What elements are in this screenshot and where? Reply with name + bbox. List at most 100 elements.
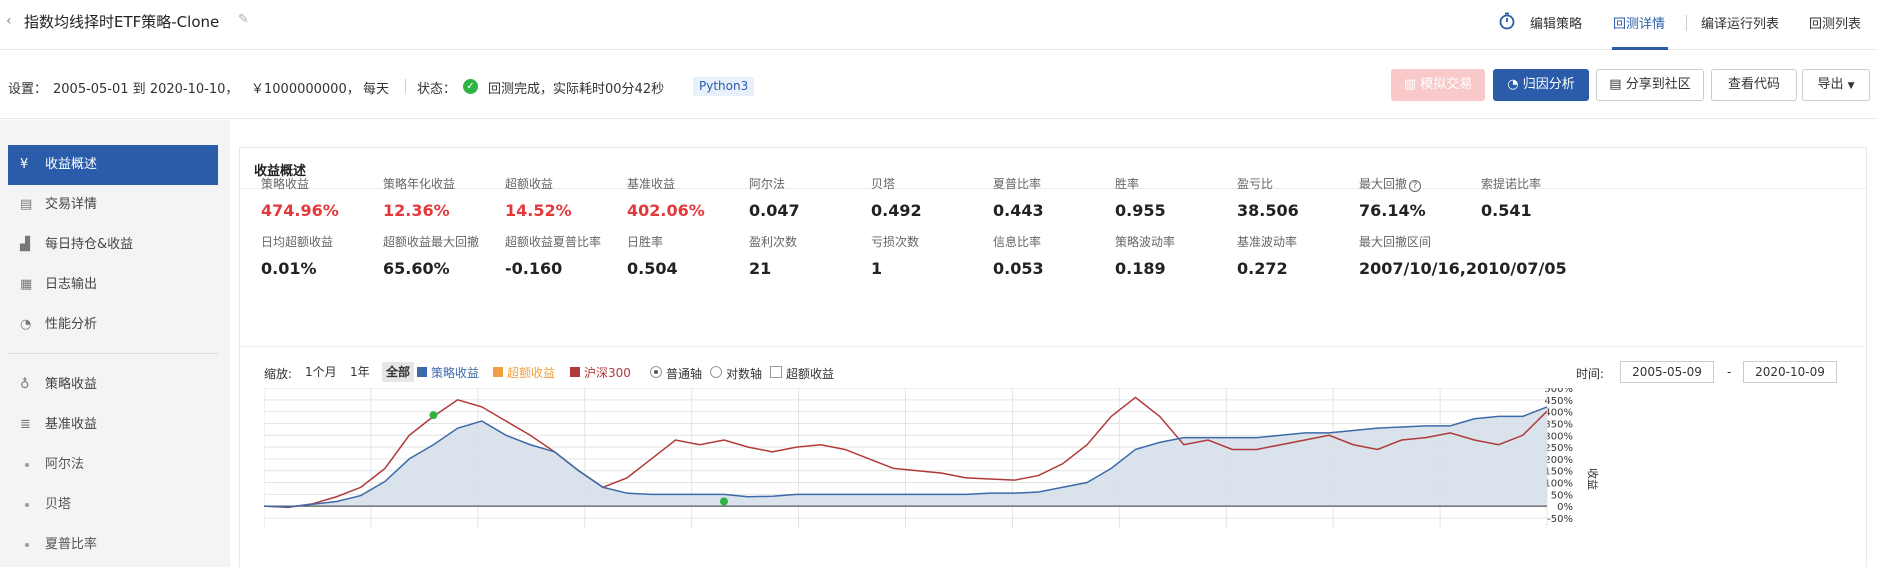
status-label: 状态： <box>417 82 457 97</box>
metric-label-text: 策略年化收益 <box>383 177 456 191</box>
metric-label-text: 超额收益 <box>505 177 554 191</box>
metric-label-text: 胜率 <box>1115 177 1140 191</box>
trade-marker <box>719 497 728 506</box>
attribution-button[interactable]: ◔ 归因分析 <box>1493 69 1589 101</box>
metric-label: 胜率 <box>1115 175 1255 192</box>
bullet-icon <box>25 503 29 507</box>
tab-compile-list[interactable]: 编译运行列表 <box>1701 13 1779 32</box>
metric-label: 超额收益夏普比率 <box>505 233 645 250</box>
metric-cell: 盈利次数 21 <box>749 233 889 278</box>
metric-label: 盈利次数 <box>749 233 889 250</box>
metric-cell: 日胜率 0.504 <box>627 233 767 278</box>
comment-icon: ▤ <box>1609 77 1622 92</box>
sidebar-subitem-alpha[interactable]: 阿尔法 <box>8 445 84 485</box>
metric-value: 474.96% <box>261 201 339 220</box>
metric-cell: 贝塔 0.492 <box>871 175 1011 220</box>
tab-edit-strategy[interactable]: 编辑策略 <box>1530 13 1582 32</box>
metric-value: 21 <box>749 259 772 278</box>
pie-chart-icon: ◔ <box>20 317 32 332</box>
settings-divider <box>405 79 406 93</box>
metric-value: 14.52% <box>505 201 572 220</box>
y-tick-label: 350% <box>1544 419 1573 430</box>
metric-cell: 基准波动率 0.272 <box>1237 233 1377 278</box>
log-axis-radio[interactable] <box>710 366 722 378</box>
simulate-trade-button[interactable]: ▥ 模拟交易 <box>1391 69 1485 101</box>
legend-swatch-benchmark <box>570 367 580 377</box>
metric-label: 阿尔法 <box>749 175 889 192</box>
sidebar-item-overview[interactable]: ¥ 收益概述 <box>8 145 218 185</box>
metric-label-text: 贝塔 <box>871 177 896 191</box>
start-date-input[interactable]: 2005-05-09 <box>1620 361 1714 383</box>
help-icon[interactable]: ? <box>1409 180 1422 192</box>
y-tick-label: 0% <box>1557 502 1573 513</box>
sidebar-subitem-sharpe[interactable]: 夏普比率 <box>8 525 97 565</box>
bar-chart-icon: ▟ <box>20 237 30 252</box>
metric-label-text: 超额收益最大回撤 <box>383 235 480 249</box>
metric-cell: 策略年化收益 12.36% <box>383 175 523 220</box>
share-community-button[interactable]: ▤ 分享到社区 <box>1596 69 1704 101</box>
legend-strategy[interactable]: 策略收益 <box>431 364 479 381</box>
zoom-all-button[interactable]: 全部 <box>382 362 415 382</box>
pie-icon: ◔ <box>1507 77 1519 92</box>
back-icon[interactable]: ‹ <box>6 13 12 29</box>
sidebar-item-logs[interactable]: ▦ 日志输出 <box>8 265 218 305</box>
sidebar-item-positions[interactable]: ▟ 每日持仓&收益 <box>8 225 218 265</box>
metric-value: -0.160 <box>505 259 563 278</box>
sidebar-item-performance[interactable]: ◔ 性能分析 <box>8 305 218 345</box>
view-code-button[interactable]: 查看代码 <box>1711 69 1797 101</box>
metric-cell: 超额收益最大回撤 65.60% <box>383 233 523 278</box>
zoom-1y-button[interactable]: 1年 <box>346 362 374 382</box>
legend-swatch-excess <box>493 367 503 377</box>
sidebar-item-trades[interactable]: ▤ 交易详情 <box>8 185 218 225</box>
time-label: 时间: <box>1576 367 1605 381</box>
stopwatch-icon[interactable] <box>1498 12 1516 30</box>
y-tick-label: 50% <box>1551 490 1573 501</box>
metric-label: 策略收益 <box>261 175 401 192</box>
metric-label-text: 夏普比率 <box>993 177 1042 191</box>
initial-capital: ￥1000000000， <box>251 82 360 97</box>
sidebar-subitem-beta[interactable]: 贝塔 <box>8 485 71 525</box>
status-text: 回测完成，实际耗时00分42秒 <box>488 82 665 97</box>
metric-label: 基准收益 <box>627 175 767 192</box>
tab-backtest-detail[interactable]: 回测详情 <box>1613 13 1665 32</box>
y-tick-label: 500% <box>1544 388 1573 395</box>
metric-value: 65.60% <box>383 259 450 278</box>
zoom-1m-button[interactable]: 1个月 <box>301 362 341 382</box>
metric-label: 索提诺比率 <box>1481 175 1621 192</box>
excess-return-checkbox[interactable] <box>770 366 782 378</box>
metric-value: 12.36% <box>383 201 450 220</box>
edit-title-icon[interactable]: ✎ <box>238 12 249 27</box>
sidebar-item-strategy-return[interactable]: ♁ 策略收益 <box>8 365 218 405</box>
legend-excess[interactable]: 超额收益 <box>507 364 555 381</box>
yen-circle-icon: ¥ <box>20 157 29 172</box>
metric-label: 日胜率 <box>627 233 767 250</box>
metric-label: 亏损次数 <box>871 233 1011 250</box>
y-tick-label: -50% <box>1547 514 1573 525</box>
zoom-label: 缩放: <box>264 367 293 381</box>
metric-cell: 亏损次数 1 <box>871 233 1011 278</box>
sidebar-item-benchmark-return[interactable]: ≣ 基准收益 <box>8 405 218 445</box>
metric-label: 最大回撤? <box>1359 175 1499 192</box>
returns-chart[interactable]: 500%450%400%350%300%250%200%150%100%50%0… <box>264 388 1844 568</box>
metric-label: 策略年化收益 <box>383 175 523 192</box>
metric-label-text: 最大回撤区间 <box>1359 235 1432 249</box>
legend-benchmark[interactable]: 沪深300 <box>584 364 631 381</box>
metric-value: 2007/10/16,2010/07/05 <box>1359 259 1567 278</box>
metric-label: 超额收益 <box>505 175 645 192</box>
end-date-input[interactable]: 2020-10-09 <box>1743 361 1837 383</box>
metric-label-text: 盈亏比 <box>1237 177 1274 191</box>
metric-cell: 信息比率 0.053 <box>993 233 1133 278</box>
backtest-period: 2005-05-01 到 2020-10-10， <box>53 82 239 97</box>
metric-cell: 基准收益 402.06% <box>627 175 767 220</box>
metric-value: 0.955 <box>1115 201 1166 220</box>
metric-label-text: 基准收益 <box>627 177 676 191</box>
linear-axis-label: 普通轴 <box>666 367 703 381</box>
export-button[interactable]: 导出 ▼ <box>1802 69 1870 101</box>
metric-value: 76.14% <box>1359 201 1426 220</box>
metric-label: 信息比率 <box>993 233 1133 250</box>
tab-backtest-list[interactable]: 回测列表 <box>1809 13 1861 32</box>
metrics-divider <box>240 346 1866 347</box>
linear-axis-radio[interactable] <box>650 366 662 378</box>
metric-label-text: 基准波动率 <box>1237 235 1298 249</box>
metric-value: 0.492 <box>871 201 922 220</box>
